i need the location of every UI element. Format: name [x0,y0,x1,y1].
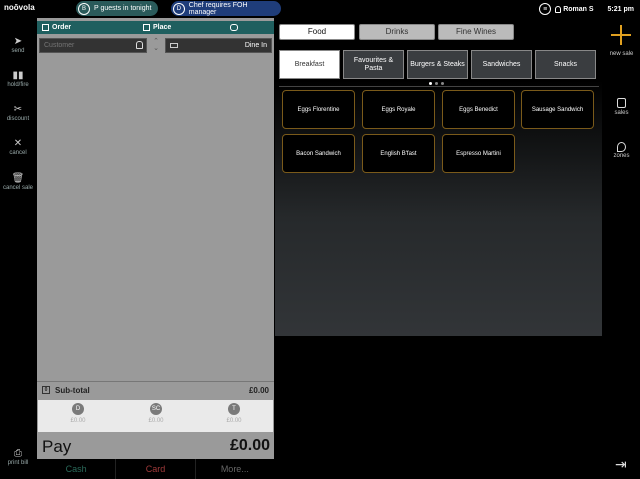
tax-charge[interactable]: T £0.00 [219,403,249,424]
user-menu[interactable]: Roman S [555,5,594,13]
tab-order[interactable]: Order [42,24,71,31]
discount-button[interactable]: ✂ discount [0,104,36,122]
hold-fire-button[interactable]: ▮▮ hold/fire [0,70,36,88]
service-charge[interactable]: SC £0.00 [141,403,171,424]
subcategory-favourites-pasta[interactable]: Favourites & Pasta [343,50,404,79]
tax-badge: T [228,403,240,415]
menu-item-sausage-sandwich[interactable]: Sausage Sandwich [521,90,594,129]
cash-button[interactable]: Cash [37,459,117,479]
scissors-icon: ✂ [13,104,23,115]
cancel-button[interactable]: ✕ cancel [0,138,36,156]
zones-label[interactable]: zones [603,153,640,159]
menu-icon[interactable]: ≡ [539,3,552,15]
cancel-label: cancel [9,150,27,156]
new-sale-label[interactable]: new sale [603,51,640,57]
top-bar: noōvola B P guests in tonight D Chef req… [0,0,640,18]
hold-fire-label: hold/fire [7,82,29,88]
hold-fire-icon: ▮▮ [12,70,24,81]
customer-row: ⌃⌄ Dine In [39,38,272,53]
discount-label: discount [6,116,30,122]
dine-mode-selector[interactable]: Dine In [165,38,272,53]
left-sidebar: ➤ send ▮▮ hold/fire ✂ discount ✕ cancel … [0,18,36,479]
menu-panel: Food Drinks Fine Wines Breakfast Favouri… [275,18,602,336]
subcategory-row: Breakfast Favourites & Pasta Burgers & S… [279,50,599,79]
divider [279,86,599,87]
cancel-sale-button[interactable]: 🗑 cancel sale [0,173,36,191]
notification-badge-icon: B [78,2,90,15]
printer-icon: ⎙ [14,448,22,459]
page-dot[interactable] [435,82,438,85]
subcategory-burgers-steaks[interactable]: Burgers & Steaks [407,50,468,79]
card-button[interactable]: Card [116,459,196,479]
order-panel: Order Place ⌃⌄ Dine In 0 Sub-total £0.00… [37,18,274,459]
category-tabs: Food Drinks Fine Wines [279,24,599,40]
discount-value: £0.00 [70,418,86,424]
order-items-list[interactable] [37,55,274,381]
user-name: Roman S [563,5,594,13]
menu-item-english-bfast[interactable]: English B'fast [362,134,435,173]
send-button[interactable]: ➤ send [0,36,36,54]
pay-label: Pay [42,437,72,456]
cancel-sale-label: cancel sale [2,185,34,191]
notification-guests[interactable]: B P guests in tonight [76,1,158,16]
menu-item-eggs-benedict[interactable]: Eggs Benedict [442,90,515,129]
tab-food[interactable]: Food [279,24,355,40]
menu-item-eggs-florentine[interactable]: Eggs Florentine [282,90,355,129]
tab-drinks[interactable]: Drinks [359,24,435,40]
pay-total: £0.00 [229,437,270,454]
grid-icon [143,24,150,31]
tab-place[interactable]: Place [143,24,171,31]
notification-text: P guests in tonight [94,5,152,12]
customer-user-icon[interactable] [136,41,143,49]
print-bill-button[interactable]: ⎙ print bill [0,448,36,466]
subcategory-breakfast[interactable]: Breakfast [279,50,340,79]
trash-icon: 🗑 [11,173,25,184]
notification-chef[interactable]: D Chef requires FOH manager [171,1,281,16]
payment-tabs: Cash Card More... [37,459,274,479]
subtotal-value: £0.00 [248,386,269,395]
order-tabs: Order Place [37,21,274,34]
menu-item-eggs-royale[interactable]: Eggs Royale [362,90,435,129]
service-value: £0.00 [148,418,164,424]
logout-icon[interactable]: ⇥ [615,456,627,473]
customer-input[interactable] [39,38,147,53]
subtotal-label: Sub-total [55,386,90,395]
people-icon[interactable] [230,24,238,31]
page-dot-active[interactable] [429,82,432,85]
order-icon [42,24,49,31]
pay-button[interactable]: Pay £0.00 [37,434,274,459]
notification-text: Chef requires FOH manager [188,1,248,16]
discount-charge[interactable]: D £0.00 [63,403,93,424]
cancel-icon: ✕ [13,138,23,149]
subcategory-sandwiches[interactable]: Sandwiches [471,50,532,79]
page-dot[interactable] [441,82,444,85]
subtotal-row: 0 Sub-total £0.00 [37,381,274,398]
tab-fine-wines[interactable]: Fine Wines [438,24,514,40]
service-badge: SC [150,403,162,415]
menu-item-bacon-sandwich[interactable]: Bacon Sandwich [282,134,355,173]
top-right-controls: ≡ Roman S 5:21 pm [539,0,640,18]
item-count-icon: 0 [42,386,50,394]
right-sidebar: new sale sales zones ⇥ [603,18,640,479]
location-pin-icon[interactable] [617,142,626,152]
brand-logo: noōvola [4,3,35,12]
tax-value: £0.00 [226,418,242,424]
dine-icon [170,43,178,48]
discount-badge: D [72,403,84,415]
print-bill-label: print bill [7,460,29,466]
menu-item-espresso-martini[interactable]: Espresso Martini [442,134,515,173]
send-icon: ➤ [13,36,23,47]
charges-row: D £0.00 SC £0.00 T £0.00 [38,400,273,432]
notification-badge-icon: D [173,2,185,15]
send-label: send [11,48,25,54]
sales-label[interactable]: sales [603,110,640,116]
more-button[interactable]: More... [196,459,274,479]
dine-mode-label: Dine In [244,42,267,49]
new-sale-plus-icon[interactable] [611,25,631,45]
user-icon [555,5,562,13]
clock: 5:21 pm [607,5,634,13]
sales-icon[interactable] [617,98,626,108]
subcategory-snacks[interactable]: Snacks [535,50,596,79]
up-down-arrows-icon[interactable]: ⌃ ⌄ [150,38,162,53]
